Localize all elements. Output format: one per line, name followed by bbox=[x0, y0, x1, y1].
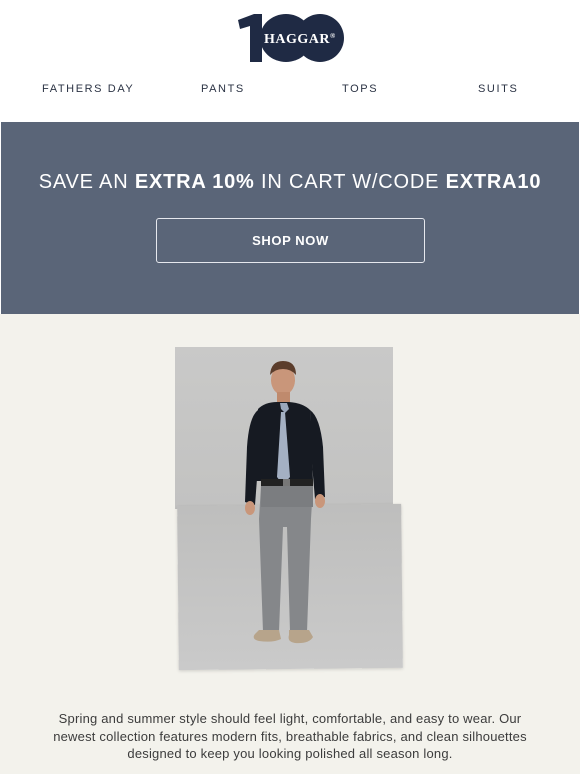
promo-banner: SAVE AN EXTRA 10% IN CART W/CODE EXTRA10… bbox=[1, 122, 579, 314]
logo-brand-text: HAGGAR® bbox=[264, 32, 336, 47]
nav-tops[interactable]: TOPS bbox=[342, 83, 378, 95]
nav-suits[interactable]: SUITS bbox=[478, 83, 518, 95]
nav-pants[interactable]: PANTS bbox=[201, 83, 245, 95]
main-nav: FATHERS DAY PANTS TOPS SUITS bbox=[0, 83, 580, 99]
email-page: HAGGAR® FATHERS DAY PANTS TOPS SUITS SAV… bbox=[0, 0, 580, 774]
product-description: Spring and summer style should feel ligh… bbox=[53, 711, 527, 761]
promo-headline: SAVE AN EXTRA 10% IN CART W/CODE EXTRA10 bbox=[38, 171, 542, 193]
product-photo[interactable] bbox=[175, 347, 403, 673]
nav-fathers-day[interactable]: FATHERS DAY bbox=[42, 83, 134, 95]
model-illustration bbox=[245, 361, 325, 644]
product-section: Spring and summer style should feel ligh… bbox=[0, 314, 580, 774]
shop-now-button[interactable]: SHOP NOW bbox=[156, 218, 425, 263]
header: HAGGAR® FATHERS DAY PANTS TOPS SUITS bbox=[0, 0, 580, 122]
